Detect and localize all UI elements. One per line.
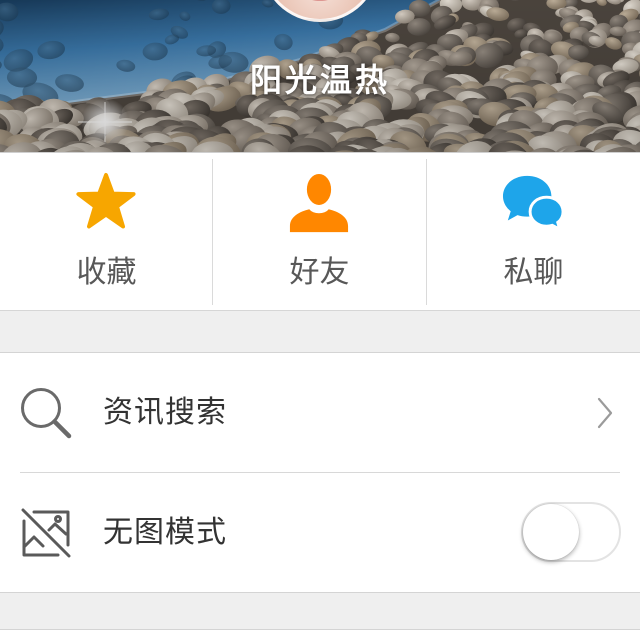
quick-actions: 收藏 好友 私聊 [0, 152, 640, 311]
avatar-face-detail [308, 0, 332, 1]
toggle-knob[interactable] [523, 504, 579, 560]
star-icon [76, 172, 136, 229]
action-label-favorites: 收藏 [76, 255, 137, 290]
profile-page: 阳光温热 收藏 好友 私聊 资讯搜索 无图模式 [0, 0, 640, 640]
username[interactable]: 阳光温热 [0, 60, 640, 100]
no-image-mode-toggle[interactable] [521, 502, 621, 562]
next-section [0, 629, 640, 640]
action-private-chat[interactable]: 私聊 [427, 153, 640, 310]
action-label-friends: 好友 [289, 255, 350, 290]
search-icon [21, 388, 72, 439]
news-search-label: 资讯搜索 [103, 395, 227, 430]
news-search-row[interactable]: 资讯搜索 [0, 353, 640, 472]
no-image-mode-label: 无图模式 [103, 515, 227, 550]
chat-bubbles-icon [502, 175, 564, 233]
chevron-right-icon [597, 397, 613, 429]
no-image-icon [21, 508, 71, 558]
action-favorites[interactable]: 收藏 [0, 153, 213, 310]
action-friends[interactable]: 好友 [213, 153, 426, 310]
person-icon [289, 173, 349, 233]
settings-list: 资讯搜索 无图模式 [0, 352, 640, 593]
profile-header: 阳光温热 [0, 0, 640, 152]
no-image-mode-row: 无图模式 [0, 473, 640, 592]
action-label-private-chat: 私聊 [503, 255, 564, 290]
